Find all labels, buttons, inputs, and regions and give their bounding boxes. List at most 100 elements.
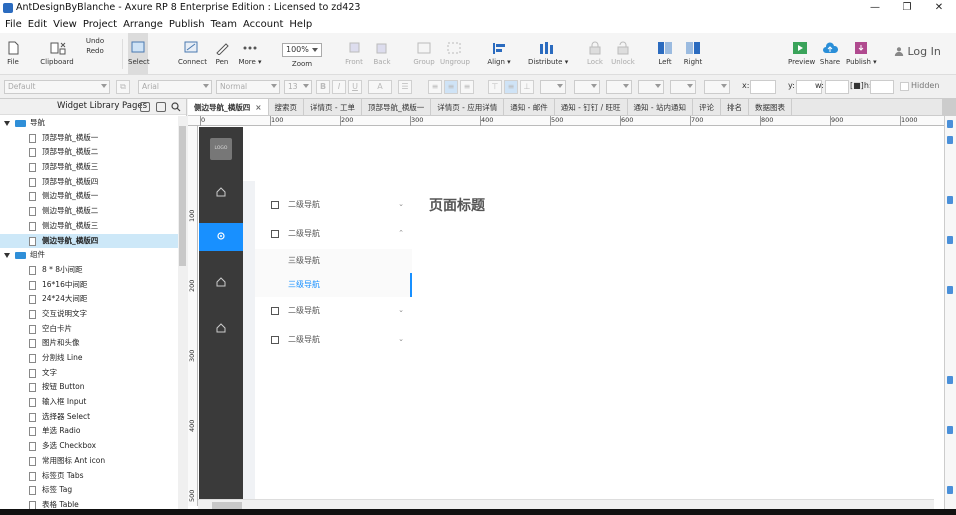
- login-link[interactable]: Log In: [894, 45, 941, 58]
- minimize-button[interactable]: —: [860, 0, 890, 16]
- preview-button[interactable]: Preview: [788, 33, 815, 75]
- tertiary-menu-item[interactable]: 三级导航: [255, 249, 412, 273]
- select-button[interactable]: Select: [128, 33, 150, 75]
- tree-page[interactable]: 空白卡片: [0, 322, 178, 337]
- font-select[interactable]: Arial: [138, 80, 212, 94]
- shadow-select[interactable]: [574, 80, 600, 94]
- tab-page[interactable]: 搜索页: [269, 99, 305, 115]
- back-button[interactable]: Back: [370, 33, 394, 75]
- menu-team[interactable]: Team: [208, 16, 240, 33]
- inspector-marker[interactable]: [947, 426, 953, 434]
- design-sidenav[interactable]: LOGO: [199, 127, 243, 507]
- tab-page[interactable]: 通知 - 站内通知: [628, 99, 694, 115]
- tree-page[interactable]: 单选 Radio: [0, 424, 178, 439]
- right-button[interactable]: Right: [682, 33, 704, 75]
- group-button[interactable]: Group: [412, 33, 436, 75]
- chevron-down-icon[interactable]: [4, 253, 10, 259]
- arrow-style-select[interactable]: [704, 80, 730, 94]
- tree-page[interactable]: 标签页 Tabs: [0, 469, 178, 484]
- menu-arrange[interactable]: Arrange: [120, 16, 166, 33]
- menu-help[interactable]: Help: [286, 16, 315, 33]
- inspector-marker[interactable]: [947, 376, 953, 384]
- tab-page[interactable]: 顶部导航_横版一: [362, 99, 432, 115]
- menu-file[interactable]: File: [0, 16, 25, 33]
- align-left-icon[interactable]: ≡: [428, 80, 442, 94]
- share-button[interactable]: Share: [818, 33, 842, 75]
- valign-middle-icon[interactable]: ≡: [504, 80, 518, 94]
- menu-edit[interactable]: Edit: [25, 16, 50, 33]
- tab-page[interactable]: 侧边导航_横版四 ×: [188, 99, 269, 115]
- hidden-checkbox[interactable]: [900, 82, 909, 91]
- tree-page[interactable]: 文字: [0, 366, 178, 381]
- tree-page[interactable]: 常用图标 Ant icon: [0, 454, 178, 469]
- tab-page[interactable]: 数据图表: [749, 99, 793, 115]
- tree-page[interactable]: 输入框 Input: [0, 395, 178, 410]
- left-button[interactable]: Left: [654, 33, 676, 75]
- front-button[interactable]: Front: [342, 33, 366, 75]
- tree-page[interactable]: 侧边导航_横版四: [0, 233, 178, 249]
- zoom-select[interactable]: 100%: [282, 43, 322, 57]
- connect-button[interactable]: Connect: [178, 33, 207, 75]
- distribute-button[interactable]: Distribute ▾: [528, 33, 568, 75]
- menu-publish[interactable]: Publish: [166, 16, 208, 33]
- inspector-marker[interactable]: [947, 286, 953, 294]
- bullet-list-icon[interactable]: ☰: [398, 80, 412, 94]
- align-button[interactable]: Align ▾: [486, 33, 512, 75]
- valign-bottom-icon[interactable]: ⊥: [520, 80, 534, 94]
- tree-page[interactable]: 标签 Tag: [0, 483, 178, 498]
- file-button[interactable]: File: [4, 33, 22, 75]
- library-scrollbar[interactable]: [178, 116, 187, 509]
- close-button[interactable]: ✕: [924, 0, 954, 16]
- border-width-select[interactable]: [638, 80, 664, 94]
- inspector-marker[interactable]: [947, 236, 953, 244]
- sidenav-item-home[interactable]: [199, 179, 243, 207]
- align-right-icon[interactable]: ≡: [460, 80, 474, 94]
- zoom-control[interactable]: 100% Zoom: [282, 33, 322, 75]
- underline-button[interactable]: U: [348, 80, 362, 94]
- pen-button[interactable]: Pen: [212, 33, 232, 75]
- tree-page[interactable]: 24*24大间距: [0, 292, 178, 307]
- scrollbar-thumb[interactable]: [212, 502, 242, 509]
- chevron-down-icon[interactable]: [4, 121, 10, 126]
- unlock-button[interactable]: Unlock: [610, 33, 636, 75]
- tree-page[interactable]: 侧边导航_横版三: [0, 219, 178, 234]
- tree-page[interactable]: 顶部导航_横版二: [0, 145, 178, 160]
- tree-page[interactable]: 分割线 Line: [0, 351, 178, 366]
- ungroup-button[interactable]: Ungroup: [440, 33, 470, 75]
- tree-page[interactable]: 顶部导航_横版一: [0, 131, 178, 146]
- menu-view[interactable]: View: [50, 16, 80, 33]
- fill-color-select[interactable]: [540, 80, 566, 94]
- font-size-select[interactable]: 13: [284, 80, 312, 94]
- restore-button[interactable]: ❐: [892, 0, 922, 16]
- align-center-icon[interactable]: ≡: [444, 80, 458, 94]
- bold-button[interactable]: B: [316, 80, 330, 94]
- valign-top-icon[interactable]: ⊤: [488, 80, 502, 94]
- tree-page[interactable]: 图片和头像: [0, 336, 178, 351]
- tree-folder[interactable]: 组件: [0, 248, 178, 263]
- design-canvas[interactable]: 0 100 200 300 400 500 600 700 800 900 1000 100 200 3…: [188, 116, 944, 515]
- add-folder-icon[interactable]: [156, 102, 166, 112]
- tab-page[interactable]: 通知 - 钉钉 / 旺旺: [555, 99, 628, 115]
- secondary-menu-item[interactable]: ⌄ 二级导航: [255, 297, 412, 325]
- tree-page[interactable]: 16*16中间距: [0, 278, 178, 293]
- sidenav-item-home-3[interactable]: [199, 315, 243, 343]
- tree-page[interactable]: 表格 Table: [0, 498, 178, 509]
- more-button[interactable]: More ▾: [238, 33, 262, 75]
- tree-page[interactable]: 侧边导航_横版二: [0, 204, 178, 219]
- inspector-marker[interactable]: [947, 196, 953, 204]
- secondary-menu-item[interactable]: ⌃ 二级导航: [255, 220, 412, 248]
- secondary-menu-item[interactable]: ⌄ 二级导航: [255, 326, 412, 354]
- border-style-select[interactable]: [670, 80, 696, 94]
- tab-overflow-button[interactable]: [942, 99, 956, 115]
- w-input[interactable]: [825, 80, 849, 94]
- clipboard-group[interactable]: Clipboard: [40, 33, 74, 75]
- tab-page[interactable]: 评论: [693, 99, 722, 115]
- add-page-icon[interactable]: [140, 102, 150, 112]
- font-weight-select[interactable]: Normal: [216, 80, 280, 94]
- tree-page[interactable]: 选择器 Select: [0, 410, 178, 425]
- menu-account[interactable]: Account: [240, 16, 286, 33]
- tree-page[interactable]: 多选 Checkbox: [0, 439, 178, 454]
- italic-button[interactable]: I: [332, 80, 346, 94]
- format-painter-icon[interactable]: ⧉: [116, 80, 130, 94]
- text-color-button[interactable]: A: [368, 80, 392, 94]
